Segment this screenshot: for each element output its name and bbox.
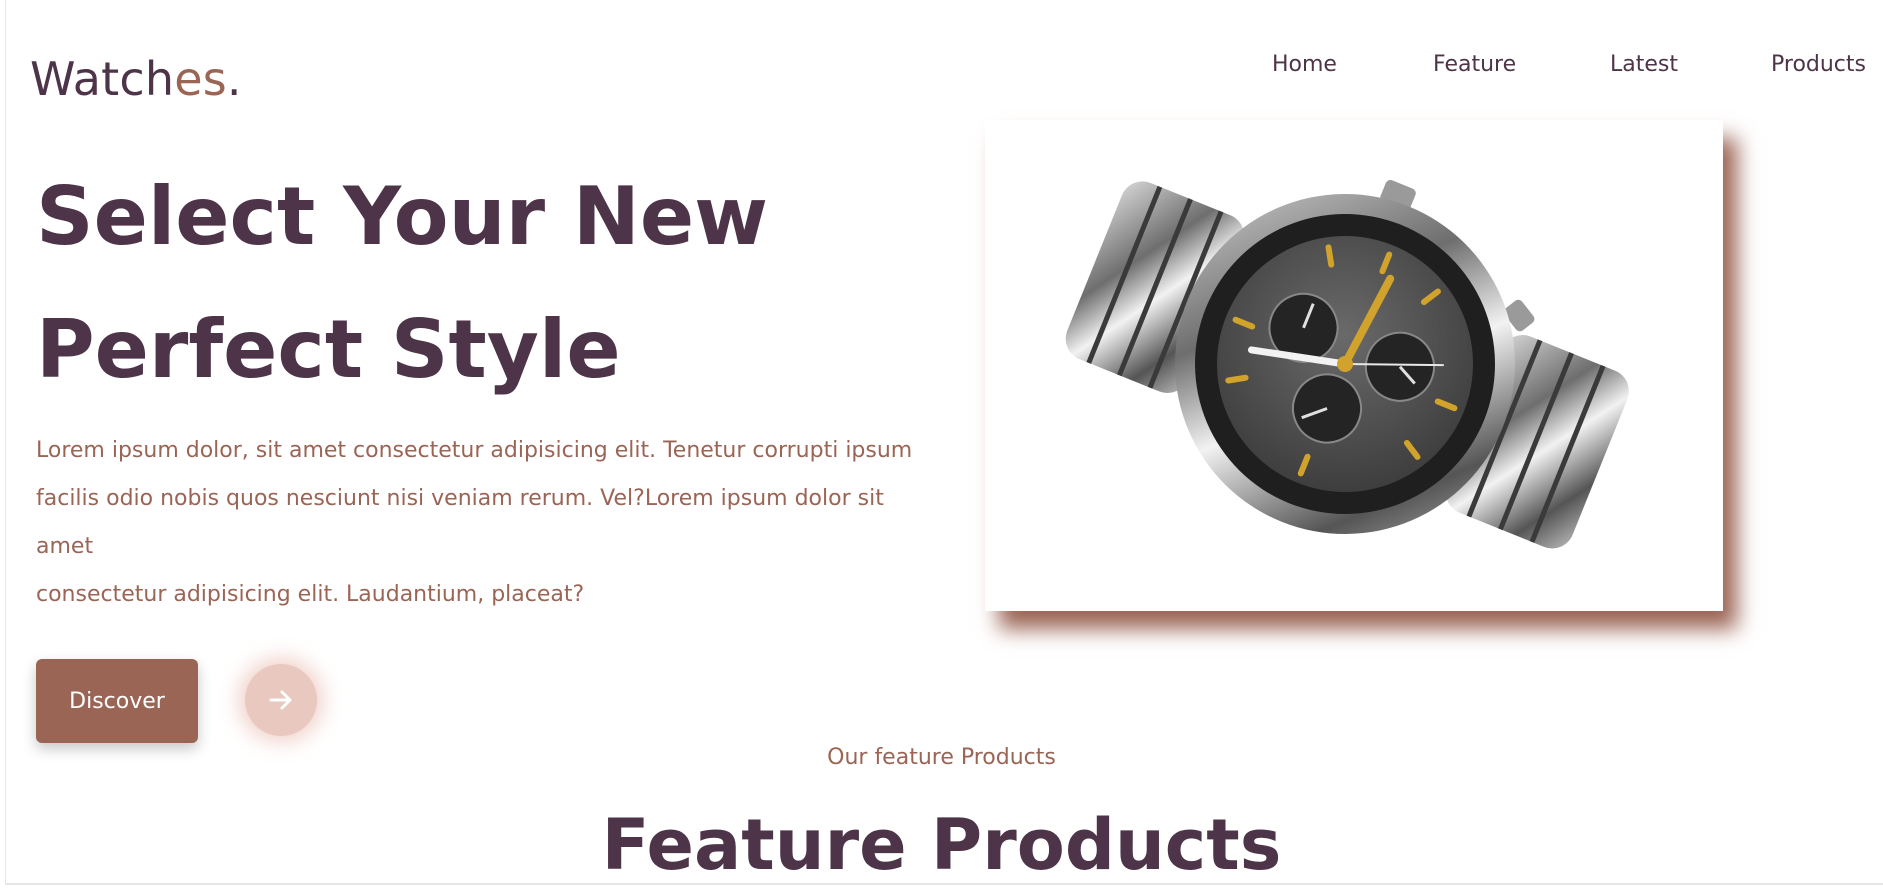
hero-title-line-2: Perfect Style [36,303,621,396]
logo-text-accent: es [174,52,227,106]
logo-text-main: Watch [30,52,175,106]
logo-dot: . [226,52,242,106]
nav-link-products[interactable]: Products [1771,52,1866,77]
features-title: Feature Products [601,804,1282,886]
hero-image-card [985,120,1723,611]
nav-link-latest[interactable]: Latest [1610,52,1678,77]
discover-button[interactable]: Discover [36,659,198,743]
nav-link-feature[interactable]: Feature [1433,52,1516,77]
hero-description-line-3: consectetur adipisicing elit. Laudantium… [36,582,585,607]
site-logo[interactable]: Watches. [30,52,242,106]
hero-title-line-1: Select Your New [36,170,768,263]
hero-title: Select Your New Perfect Style [36,150,768,416]
hero-description: Lorem ipsum dolor, sit amet consectetur … [36,427,916,619]
arrow-button[interactable] [245,664,317,736]
hero-description-line-1: Lorem ipsum dolor, sit amet consectetur … [36,438,913,463]
features-subtitle: Our feature Products [827,745,1056,770]
wristwatch-image [1065,179,1629,549]
arrow-right-icon [269,690,292,710]
hero-description-line-2: facilis odio nobis quos nesciunt nisi ve… [36,486,884,559]
main-nav: Home Feature Latest Products [1255,52,1883,86]
nav-link-home[interactable]: Home [1272,52,1337,77]
